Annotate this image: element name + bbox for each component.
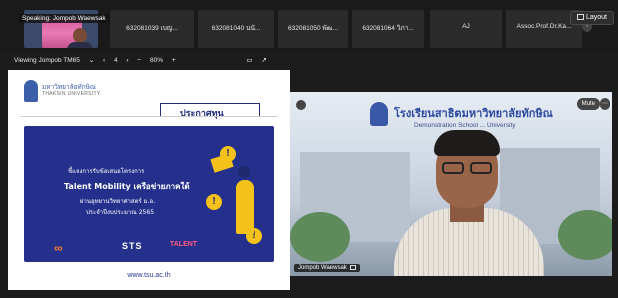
caption-icon bbox=[349, 265, 356, 270]
shared-screen: มหาวิทยาลัยทักษิณ THAKSIN UNIVERSITY ประ… bbox=[8, 70, 290, 290]
figure-head bbox=[238, 166, 250, 178]
participant-tile[interactable]: AJ bbox=[430, 10, 502, 48]
slide-footer: www.tsu.ac.th bbox=[8, 266, 290, 290]
participant-name: AJ bbox=[462, 23, 470, 30]
layout-label: Layout bbox=[585, 14, 607, 21]
chevron-down-icon[interactable]: ⌄ bbox=[89, 57, 94, 64]
speaking-indicator: Speaking: Jompob Waewsak bbox=[18, 14, 110, 23]
partner-logo-a: ∞ bbox=[54, 241, 63, 255]
pop-out-icon[interactable]: ↗ bbox=[261, 57, 266, 64]
layout-icon bbox=[576, 14, 584, 20]
participant-tile[interactable]: 632081050 พัฒ... bbox=[278, 10, 348, 48]
layout-button[interactable]: Layout bbox=[569, 11, 614, 25]
speaker-body bbox=[67, 42, 93, 48]
school-logo-icon bbox=[370, 102, 388, 126]
speaker-name: Jompob Waewsak bbox=[298, 265, 347, 271]
speaker-name-tag: Jompob Waewsak bbox=[294, 264, 360, 272]
participant-name: 632081050 พัฒ... bbox=[288, 25, 338, 32]
participant-strip: ‹ Speaking: Jompob Waewsak 632081039 เบญ… bbox=[0, 0, 618, 52]
warning-icon: ! bbox=[220, 146, 236, 162]
zoom-level: 80% bbox=[149, 57, 163, 64]
banner-line-2: Talent Mobility เครือข่ายภาคใต้ bbox=[64, 182, 190, 191]
participant-name: 632081039 เบญ... bbox=[126, 25, 178, 32]
speaker-head bbox=[73, 28, 87, 43]
school-name-th: โรงเรียนสาธิตมหาวิทยาลัยทักษิณ bbox=[394, 107, 553, 120]
partner-logo-sts: STS bbox=[122, 241, 143, 251]
viewing-label: Viewing Jompob TM65 bbox=[14, 57, 80, 64]
mute-button[interactable]: Mute bbox=[576, 98, 600, 110]
university-name-en: THAKSIN UNIVERSITY bbox=[42, 91, 101, 97]
warning-icon: ! bbox=[206, 194, 222, 210]
prev-page-icon[interactable]: ‹ bbox=[103, 57, 105, 64]
banner-line-4: ประจำปีงบประมาณ 2565 bbox=[86, 209, 155, 216]
meeting-window: ‹ Speaking: Jompob Waewsak 632081039 เบญ… bbox=[0, 0, 618, 298]
university-logo-icon bbox=[24, 80, 38, 102]
participant-tile[interactable]: 632081040 นนั... bbox=[198, 10, 274, 48]
viewing-bar: Viewing Jompob TM65 ⌄ ‹ 4 › − 80% + ▭ ↗ bbox=[14, 56, 274, 68]
fit-screen-icon[interactable]: ▭ bbox=[246, 57, 252, 64]
banner-line-1: ชี้แจงการรับข้อเสนอโครงการ bbox=[68, 168, 145, 175]
participant-tile[interactable]: 632081064 วิภา... bbox=[352, 10, 424, 48]
partner-logo-talent: TALENT bbox=[170, 241, 198, 248]
participant-tile[interactable]: 632081039 เบญ... bbox=[110, 10, 194, 48]
header-divider bbox=[20, 116, 278, 117]
slide-title: ประกาศทุน bbox=[180, 109, 224, 119]
slide-header: มหาวิทยาลัยทักษิณ THAKSIN UNIVERSITY ประ… bbox=[8, 70, 290, 119]
page-number: 4 bbox=[113, 57, 118, 64]
tree bbox=[558, 210, 612, 260]
participant-name: 632081040 นนั... bbox=[211, 25, 261, 32]
tree bbox=[290, 212, 350, 262]
footer-url: www.tsu.ac.th bbox=[127, 272, 171, 279]
speaker-video[interactable]: โรงเรียนสาธิตมหาวิทยาลัยทักษิณ Demonstra… bbox=[290, 92, 612, 276]
slide-banner: ! ! ! ชี้แจงการรับข้อเสนอโครงการ Talent … bbox=[24, 126, 274, 262]
zoom-out-button[interactable]: − bbox=[137, 57, 141, 64]
glasses-icon bbox=[442, 162, 464, 174]
glasses-icon bbox=[470, 162, 492, 174]
school-name-en: Demonstration School ... University bbox=[414, 122, 516, 129]
participant-name: 632081064 วิภา... bbox=[362, 25, 414, 32]
zoom-in-button[interactable]: + bbox=[172, 57, 176, 64]
pin-icon[interactable] bbox=[296, 100, 306, 110]
next-page-icon[interactable]: › bbox=[126, 57, 128, 64]
speaker-hair bbox=[434, 130, 500, 156]
more-options-icon[interactable]: ⋯ bbox=[600, 98, 610, 110]
banner-line-3: ผ่านอุทยานวิทยาศาสตร์ ม.อ. bbox=[80, 198, 155, 205]
figure-illustration bbox=[236, 180, 254, 234]
